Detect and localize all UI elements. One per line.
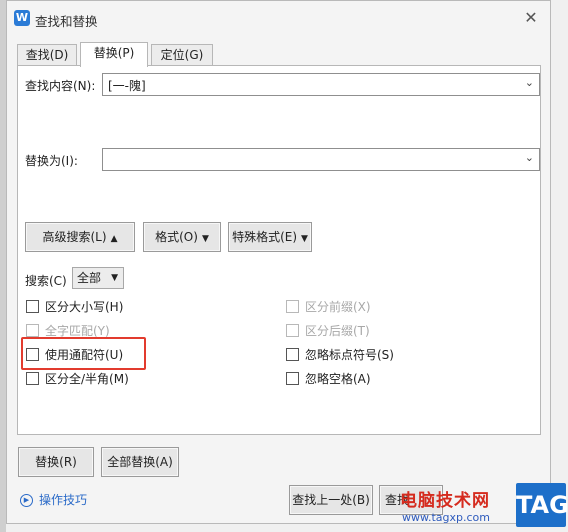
- replace-all-button[interactable]: 全部替换(A): [101, 447, 179, 477]
- dropdown-arrow-icon: ▼: [301, 234, 308, 244]
- wps-app-icon: W: [14, 10, 30, 26]
- close-icon[interactable]: ✕: [520, 7, 542, 29]
- special-format-label: 特殊格式(E): [232, 230, 298, 244]
- replace-panel: 查找内容(N): [一-隗] ⌄ 替换为(I): ⌄ 高级搜索(L) ▲ 格式(O…: [17, 65, 541, 435]
- option-label: 区分全/半角(M): [45, 372, 129, 386]
- option-ignore-space[interactable]: 忽略空格(A): [286, 370, 371, 388]
- option-ignore-punctuation[interactable]: 忽略标点符号(S): [286, 346, 394, 364]
- watermark-url: www.tagxp.com: [402, 511, 490, 524]
- chevron-down-icon[interactable]: ⌄: [525, 76, 534, 89]
- checkbox[interactable]: [26, 372, 39, 385]
- window-title: 查找和替换: [35, 14, 98, 29]
- find-label: 查找内容(N):: [25, 79, 96, 93]
- tab-find[interactable]: 查找(D): [17, 44, 77, 66]
- dropdown-arrow-icon: ▼: [111, 273, 118, 283]
- chevron-down-icon[interactable]: ⌄: [525, 151, 534, 164]
- play-icon: ▶: [20, 494, 33, 507]
- tips-label: 操作技巧: [39, 493, 88, 507]
- find-previous-button[interactable]: 查找上一处(B): [289, 485, 373, 515]
- checkbox[interactable]: [286, 300, 299, 313]
- checkbox[interactable]: [26, 300, 39, 313]
- watermark-tag-logo: TAG: [516, 483, 568, 527]
- format-label: 格式(O): [155, 230, 198, 244]
- checkbox[interactable]: [286, 348, 299, 361]
- option-full-half-width[interactable]: 区分全/半角(M): [26, 370, 129, 388]
- highlight-annotation: [21, 337, 146, 370]
- option-match-case[interactable]: 区分大小写(H): [26, 298, 123, 316]
- option-match-prefix[interactable]: 区分前缀(X): [286, 298, 371, 316]
- option-label: 全字匹配(Y): [45, 324, 110, 338]
- dropdown-arrow-icon: ▼: [201, 234, 209, 244]
- find-replace-dialog: W 查找和替换 ✕ 查找(D) 替换(P) 定位(G) 查找内容(N): [一-…: [6, 0, 551, 524]
- checkbox[interactable]: [26, 324, 39, 337]
- option-match-suffix[interactable]: 区分后缀(T): [286, 322, 370, 340]
- option-use-wildcards[interactable]: 使用通配符(U): [21, 337, 146, 370]
- replace-label: 替换为(I):: [25, 154, 78, 168]
- checkbox[interactable]: [286, 324, 299, 337]
- format-button[interactable]: 格式(O) ▼: [143, 222, 221, 252]
- find-input[interactable]: [一-隗] ⌄: [102, 73, 540, 96]
- find-value: [一-隗]: [108, 79, 146, 93]
- search-scope-label: 搜索(C): [25, 274, 67, 288]
- search-scope-value: 全部: [77, 271, 102, 285]
- tab-replace[interactable]: 替换(P): [80, 42, 148, 67]
- tips-link[interactable]: ▶ 操作技巧: [20, 491, 87, 508]
- tab-goto[interactable]: 定位(G): [151, 44, 213, 66]
- option-label: 区分后缀(T): [305, 324, 370, 338]
- advanced-search-label: 高级搜索(L): [42, 230, 107, 244]
- search-scope-select[interactable]: 全部 ▼: [72, 267, 124, 289]
- option-label: 区分前缀(X): [305, 300, 371, 314]
- title-bar: W 查找和替换 ✕: [7, 1, 550, 35]
- checkbox[interactable]: [286, 372, 299, 385]
- watermark-title: 电脑技术网: [400, 491, 490, 511]
- replace-input[interactable]: ⌄: [102, 148, 540, 171]
- special-format-button[interactable]: 特殊格式(E) ▼: [228, 222, 312, 252]
- advanced-search-button[interactable]: 高级搜索(L) ▲: [25, 222, 135, 252]
- option-label: 区分大小写(H): [45, 300, 124, 314]
- option-label: 忽略标点符号(S): [305, 348, 394, 362]
- watermark-overlay: 电脑技术网 www.tagxp.com TAG: [384, 480, 568, 532]
- chevron-up-icon: ▲: [110, 234, 118, 244]
- option-label: 忽略空格(A): [305, 372, 371, 386]
- checkbox[interactable]: [26, 348, 39, 361]
- replace-button[interactable]: 替换(R): [18, 447, 94, 477]
